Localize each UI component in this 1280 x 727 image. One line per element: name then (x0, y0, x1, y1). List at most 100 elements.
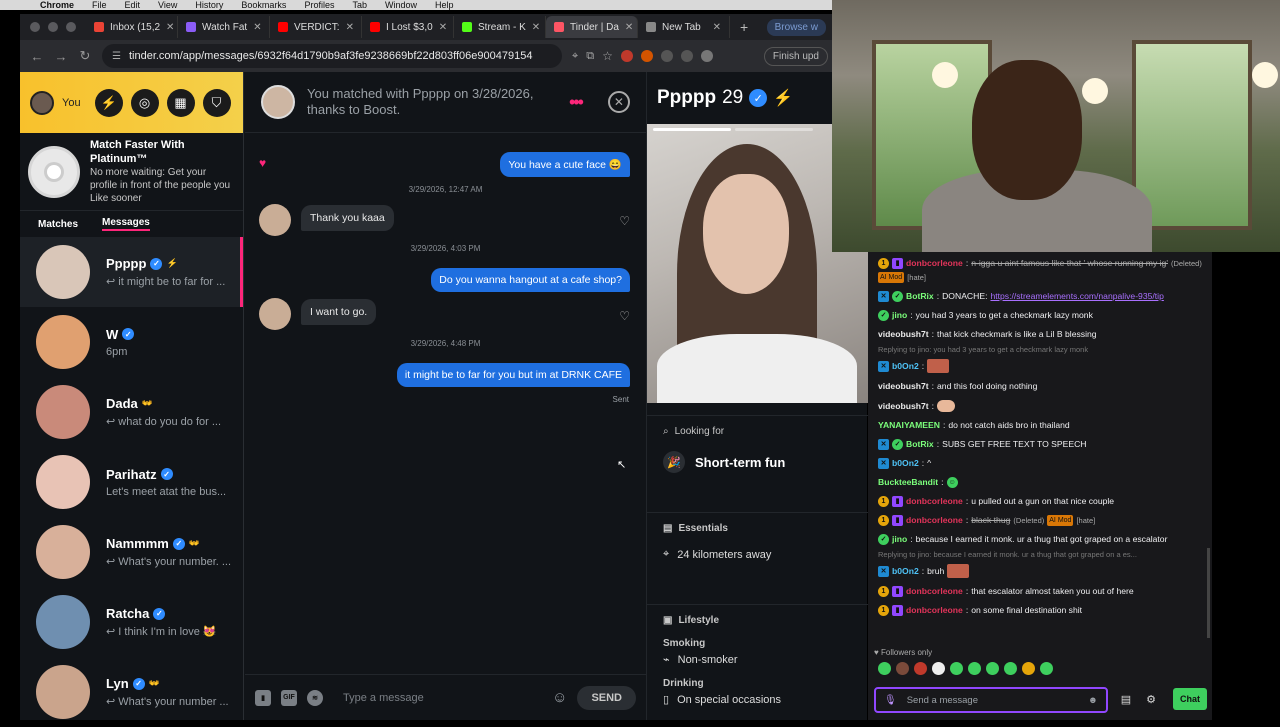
chat-username[interactable]: donbcorleone (906, 586, 963, 597)
menu-item[interactable]: Profiles (304, 1, 334, 10)
conversation-item[interactable]: Ratcha ✓ ↩ I think I'm in love 😻 (20, 587, 243, 657)
browser-tab[interactable]: Tinder | Da ✕ (546, 16, 638, 38)
menu-item[interactable]: Tab (352, 1, 367, 10)
tab-close-icon[interactable]: ✕ (166, 22, 174, 33)
chat-input[interactable]: 🎙 Send a message ☻ (874, 687, 1108, 713)
close-window-button[interactable] (30, 22, 40, 32)
microphone-icon[interactable]: 🎙 (884, 695, 897, 706)
emote-icon[interactable] (1022, 662, 1035, 675)
match-avatar[interactable] (261, 85, 295, 119)
browser-tab[interactable]: Watch Fat ✕ (178, 16, 270, 38)
conversation-item[interactable]: Parihatz ✓ Let's meet atat the bus... (20, 447, 243, 517)
platinum-promo[interactable]: Match Faster With Platinum™ No more wait… (20, 133, 243, 211)
browser-tab[interactable]: VERDICT: ✕ (270, 16, 362, 38)
conversation-avatar[interactable] (36, 245, 90, 299)
extension-puzzle-icon[interactable] (660, 50, 673, 62)
conversation-item[interactable]: Nammmm ✓ 👐 ↩ What's your number. ... (20, 517, 243, 587)
tab-close-icon[interactable]: ✕ (713, 22, 721, 33)
browser-tab[interactable]: I Lost $3,0 ✕ (362, 16, 454, 38)
emote-icon[interactable] (1004, 662, 1017, 675)
bookmark-star-icon[interactable]: ☆ (602, 49, 613, 63)
chat-username[interactable]: donbcorleone (906, 515, 963, 526)
chat-username[interactable]: videobush7t (878, 401, 929, 412)
send-button[interactable]: SEND (577, 685, 636, 710)
emote-icon[interactable] (896, 662, 909, 675)
conversation-item[interactable]: Ppppp ✓ ⚡ ↩ it might be to far for ... (20, 237, 243, 307)
shield-icon[interactable]: ⛉ (202, 88, 231, 117)
tab-close-icon[interactable]: ✕ (346, 22, 354, 33)
spotify-icon[interactable]: ≋ (307, 689, 323, 706)
browser-tab[interactable]: New Tab ✕ (638, 16, 730, 38)
emote-icon[interactable] (1040, 662, 1053, 675)
store-icon[interactable]: ▤ (1118, 691, 1134, 707)
emote-icon[interactable] (914, 662, 927, 675)
extension-orange-icon[interactable] (640, 50, 653, 62)
emote-icon[interactable] (986, 662, 999, 675)
extension-gray-icon[interactable] (680, 50, 693, 62)
chat-username[interactable]: donbcorleone (906, 605, 963, 616)
my-avatar[interactable] (30, 90, 54, 115)
chat-username[interactable]: videobush7t (878, 329, 929, 340)
zoom-window-button[interactable] (66, 22, 76, 32)
emote-icon[interactable] (878, 662, 891, 675)
location-icon[interactable]: ⌖ (572, 50, 578, 63)
chat-username[interactable]: b0On2 (892, 361, 919, 372)
close-icon[interactable]: ✕ (607, 91, 630, 113)
chat-username[interactable]: YANAIYAMEEN (878, 420, 940, 431)
tab-messages[interactable]: Messages (102, 217, 150, 231)
chat-username[interactable]: BotRix (906, 439, 934, 450)
chat-username[interactable]: b0On2 (892, 458, 919, 469)
tab-close-icon[interactable]: ✕ (253, 22, 261, 33)
back-icon[interactable]: ← (30, 49, 44, 64)
menu-item[interactable]: View (158, 1, 177, 10)
tab-close-icon[interactable]: ✕ (439, 22, 447, 33)
install-icon[interactable]: ⧉ (586, 50, 594, 63)
finish-update-button[interactable]: Finish upd (763, 46, 828, 66)
emoji-icon[interactable]: ☺ (552, 689, 567, 706)
conversation-avatar[interactable] (36, 665, 90, 719)
conversation-avatar[interactable] (36, 385, 90, 439)
tab-close-icon[interactable]: ✕ (625, 22, 633, 33)
liked-heart-icon[interactable]: ♥ (259, 156, 266, 170)
chat-username[interactable]: b0On2 (892, 566, 919, 577)
menu-item[interactable]: Edit (125, 1, 141, 10)
address-bar[interactable]: ☰ tinder.com/app/messages/6932f64d1790b9… (102, 44, 562, 68)
match-avatar-small[interactable] (259, 204, 291, 236)
chat-username[interactable]: jino (892, 310, 907, 321)
conversation-item[interactable]: Dada 👐 ↩ what do you do for ... (20, 377, 243, 447)
chat-username[interactable]: BotRix (906, 291, 934, 302)
menu-item[interactable]: Help (435, 1, 454, 10)
conversation-item[interactable]: Lyn ✓ 👐 ↩ What's your number ... (20, 657, 243, 727)
gif-button[interactable]: GIF (281, 689, 297, 706)
explore-icon[interactable]: ◎ (130, 88, 159, 117)
menu-item[interactable]: Window (385, 1, 417, 10)
conversation-avatar[interactable] (36, 595, 90, 649)
message-input[interactable]: Type a message (333, 692, 542, 704)
conversation-avatar[interactable] (36, 455, 90, 509)
browse-button[interactable]: Browse w (766, 18, 826, 36)
emote-icon[interactable] (950, 662, 963, 675)
emote-icon[interactable] (968, 662, 981, 675)
forward-icon[interactable]: → (54, 49, 68, 64)
emoji-icon[interactable]: ☻ (1088, 695, 1098, 706)
conversation-item[interactable]: W ✓ 6pm (20, 307, 243, 377)
briefcase-icon[interactable]: ▦ (166, 88, 195, 117)
chat-username[interactable]: videobush7t (878, 381, 929, 392)
match-avatar-small[interactable] (259, 298, 291, 330)
chat-scrollbar[interactable] (1207, 548, 1210, 638)
menu-item[interactable]: Bookmarks (241, 1, 286, 10)
extension-red-icon[interactable] (620, 50, 633, 62)
like-heart-icon[interactable]: ♡ (619, 214, 630, 228)
new-tab-button[interactable]: + (730, 19, 758, 35)
conversation-avatar[interactable] (36, 525, 90, 579)
tab-close-icon[interactable]: ✕ (532, 22, 540, 33)
menu-item[interactable]: File (92, 1, 107, 10)
menu-item[interactable]: Chrome (40, 1, 74, 10)
gear-icon[interactable]: ⚙ (1143, 691, 1159, 707)
tab-matches[interactable]: Matches (38, 219, 78, 230)
minimize-window-button[interactable] (48, 22, 58, 32)
chat-username[interactable]: jino (892, 534, 907, 545)
boost-icon[interactable]: ⚡ (94, 88, 123, 117)
menu-item[interactable]: History (195, 1, 223, 10)
emote-icon[interactable] (932, 662, 945, 675)
